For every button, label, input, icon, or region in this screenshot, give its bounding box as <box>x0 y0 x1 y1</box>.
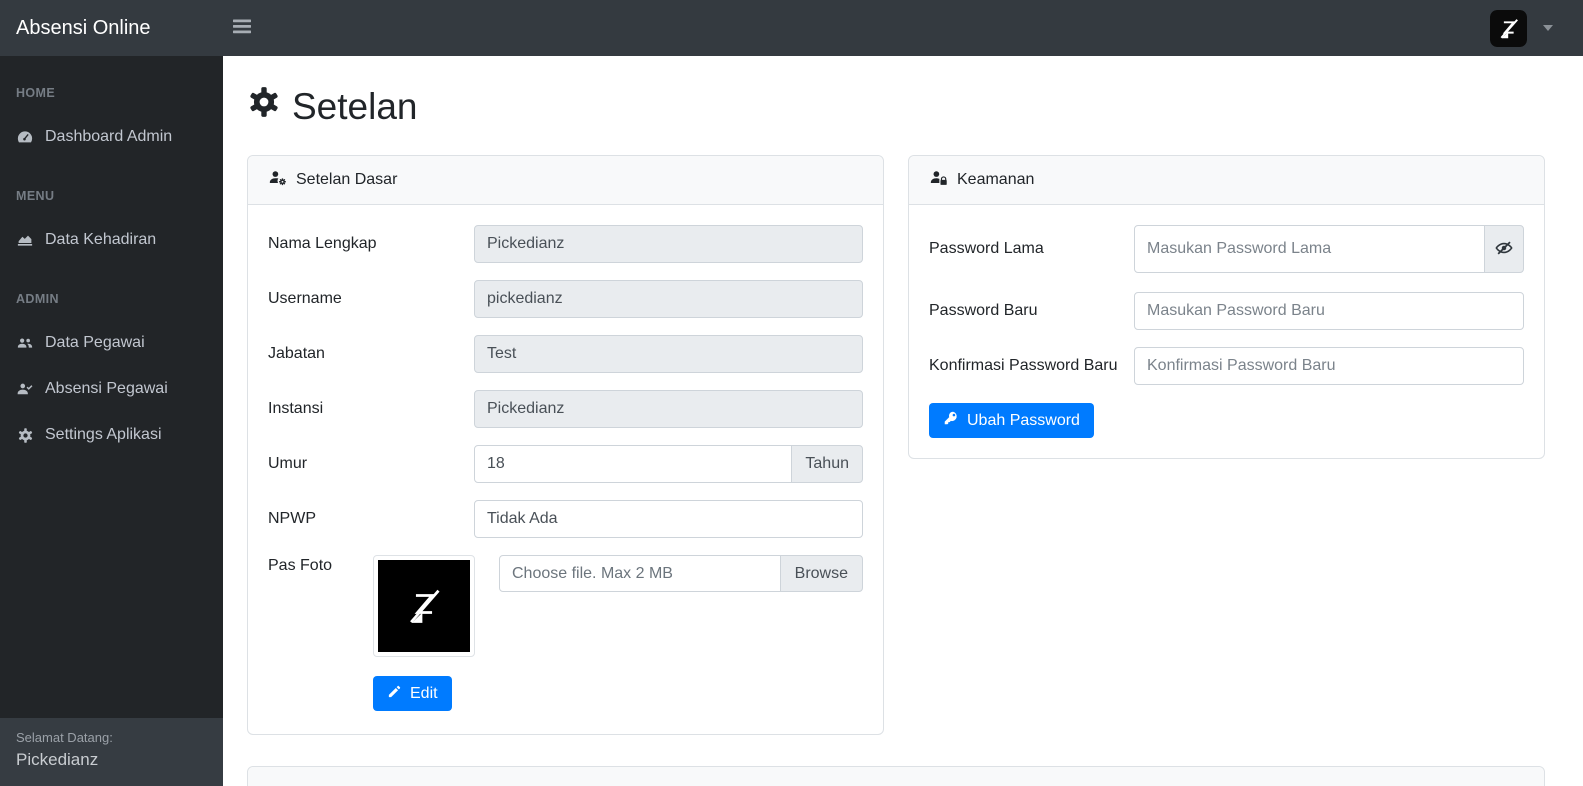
ubah-password-button[interactable]: Ubah Password <box>929 403 1094 438</box>
jabatan-label: Jabatan <box>268 345 474 363</box>
main-layout: HOME Dashboard Admin MENU Data Kehadiran… <box>0 56 1583 786</box>
logo-avatar <box>1490 10 1527 47</box>
sidebar-item-label: Data Kehadiran <box>45 231 156 249</box>
npwp-input[interactable] <box>474 500 863 538</box>
gear-icon <box>16 426 34 444</box>
field-row-instansi: Instansi <box>268 390 863 428</box>
profile-photo-image <box>378 560 470 652</box>
field-row-jabatan: Jabatan <box>268 335 863 373</box>
username-input[interactable] <box>474 280 863 318</box>
password-lama-group <box>1134 225 1524 273</box>
umur-unit-addon: Tahun <box>791 445 863 483</box>
app-window: Absensi Online HOME <box>0 0 1583 786</box>
sidebar-section-admin: ADMIN <box>0 292 223 306</box>
security-card: Keamanan Password Lama <box>908 155 1545 459</box>
sidebar: HOME Dashboard Admin MENU Data Kehadiran… <box>0 56 223 786</box>
sidebar-item-absensi-pegawai[interactable]: Absensi Pegawai <box>0 380 223 398</box>
sidebar-item-settings-aplikasi[interactable]: Settings Aplikasi <box>0 426 223 444</box>
sidebar-item-data-kehadiran[interactable]: Data Kehadiran <box>0 231 223 249</box>
key-icon <box>943 410 959 431</box>
edit-photo-button[interactable]: Edit <box>373 676 452 711</box>
pencil-icon <box>387 684 402 704</box>
username-label: Username <box>268 290 474 308</box>
field-row-password-lama: Password Lama <box>929 225 1524 273</box>
toggle-password-visibility-button[interactable] <box>1484 225 1524 273</box>
page-title: Setelan <box>247 85 1545 128</box>
user-gear-icon <box>268 169 287 191</box>
jabatan-input[interactable] <box>474 335 863 373</box>
sidebar-toggle-button[interactable] <box>225 11 259 45</box>
konfirmasi-password-label: Konfirmasi Password Baru <box>929 357 1134 375</box>
sidebar-item-label: Absensi Pegawai <box>45 380 168 398</box>
ubah-password-button-label: Ubah Password <box>967 412 1080 430</box>
edit-photo-button-label: Edit <box>410 685 438 703</box>
user-avatar[interactable] <box>1490 10 1527 47</box>
eye-slash-icon <box>1494 238 1514 261</box>
basic-settings-card-body: Nama Lengkap Username Jabatan In <box>248 205 883 734</box>
password-baru-input[interactable] <box>1134 292 1524 330</box>
sidebar-item-dashboard-admin[interactable]: Dashboard Admin <box>0 128 223 146</box>
sidebar-item-data-pegawai[interactable]: Data Pegawai <box>0 334 223 352</box>
photo-column: Edit <box>373 555 475 711</box>
tachometer-icon <box>16 128 34 146</box>
welcome-label: Selamat Datang: <box>16 730 207 745</box>
password-lama-input[interactable] <box>1134 225 1485 273</box>
caret-down-icon[interactable] <box>1543 25 1553 31</box>
security-card-header: Keamanan <box>909 156 1544 205</box>
sidebar-footer: Selamat Datang: Pickedianz <box>0 718 223 786</box>
cards-row: Setelan Dasar Nama Lengkap Username Ja <box>247 155 1545 735</box>
pas-foto-label: Pas Foto <box>268 555 373 575</box>
field-row-npwp: NPWP <box>268 500 863 538</box>
top-navbar: Absensi Online <box>0 0 1583 56</box>
umur-input-group: Tahun <box>474 445 863 483</box>
nama-lengkap-input[interactable] <box>474 225 863 263</box>
photo-file-input[interactable]: Choose file. Max 2 MB <box>499 555 781 592</box>
sidebar-section-home: HOME <box>0 86 223 100</box>
instansi-label: Instansi <box>268 400 474 418</box>
navbar-right <box>1490 10 1583 47</box>
basic-settings-card-title: Setelan Dasar <box>296 171 397 189</box>
bars-icon <box>233 19 251 37</box>
app-brand[interactable]: Absensi Online <box>0 17 223 40</box>
logged-in-username: Pickedianz <box>16 750 207 770</box>
security-card-title: Keamanan <box>957 171 1034 189</box>
field-row-username: Username <box>268 280 863 318</box>
sidebar-item-label: Settings Aplikasi <box>45 426 162 444</box>
photo-browse-button[interactable]: Browse <box>780 555 863 592</box>
instansi-input[interactable] <box>474 390 863 428</box>
field-row-pas-foto: Pas Foto <box>268 555 863 711</box>
field-row-umur: Umur Tahun <box>268 445 863 483</box>
chart-area-icon <box>16 231 34 249</box>
umur-label: Umur <box>268 455 474 473</box>
partial-card <box>247 766 1545 786</box>
logo-mark <box>395 577 453 635</box>
sidebar-item-label: Dashboard Admin <box>45 128 172 146</box>
password-baru-label: Password Baru <box>929 302 1134 320</box>
konfirmasi-password-input[interactable] <box>1134 347 1524 385</box>
field-row-nama-lengkap: Nama Lengkap <box>268 225 863 263</box>
user-check-icon <box>16 380 34 398</box>
basic-settings-card: Setelan Dasar Nama Lengkap Username Ja <box>247 155 884 735</box>
nama-lengkap-label: Nama Lengkap <box>268 235 474 253</box>
photo-file-input-group: Choose file. Max 2 MB Browse <box>499 555 863 592</box>
basic-settings-card-header: Setelan Dasar <box>248 156 883 205</box>
user-lock-icon <box>929 169 948 191</box>
security-card-body: Password Lama <box>909 205 1544 458</box>
gear-icon <box>247 85 281 128</box>
sidebar-item-label: Data Pegawai <box>45 334 145 352</box>
field-row-password-baru: Password Baru <box>929 292 1524 330</box>
content-area: Setelan Setelan Dasar Nama Lengkap <box>223 56 1583 786</box>
password-lama-label: Password Lama <box>929 240 1134 258</box>
umur-input[interactable] <box>474 445 792 483</box>
users-icon <box>16 334 34 352</box>
sidebar-section-menu: MENU <box>0 189 223 203</box>
partial-card-header <box>248 767 1544 786</box>
profile-photo-thumbnail <box>373 555 475 657</box>
npwp-label: NPWP <box>268 510 474 528</box>
field-row-konfirmasi-password: Konfirmasi Password Baru <box>929 347 1524 385</box>
page-title-text: Setelan <box>292 86 418 128</box>
